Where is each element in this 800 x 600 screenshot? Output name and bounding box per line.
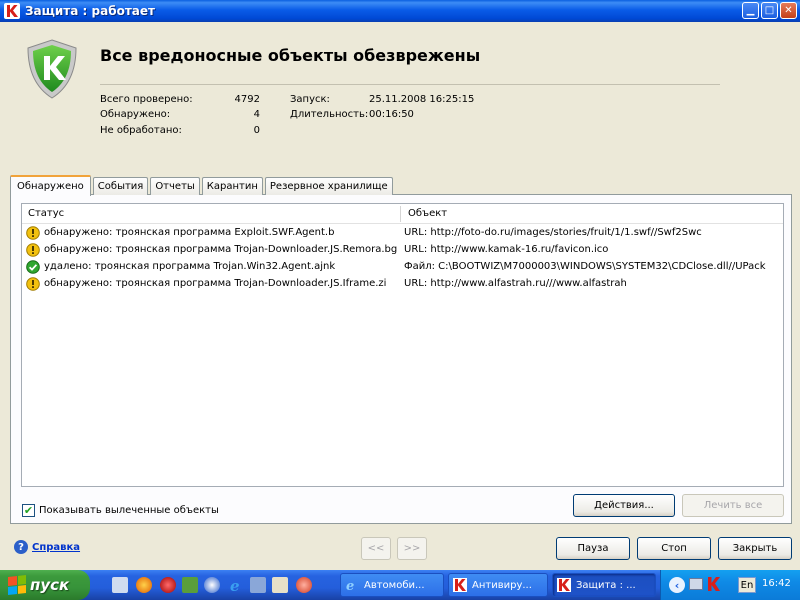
taskbar-item-label: Защита : ... [576,579,636,591]
page-title: Все вредоносные объекты обезврежены [100,46,481,65]
column-header-object[interactable]: Объект [408,208,447,219]
pause-button[interactable]: Пауза [556,537,630,560]
close-icon[interactable]: ✕ [780,2,797,19]
row-object: URL: http://www.kamak-16.ru/favicon.ico [404,244,609,255]
kaspersky-icon [557,578,571,592]
detected-value: 4 [253,109,260,120]
duration-value: 00:16:50 [369,109,414,120]
ie-icon[interactable]: e [228,577,244,595]
svg-text:e: e [230,577,240,593]
kaspersky-logo-icon [4,3,20,19]
checked-label: Всего проверено: [100,94,193,105]
warning-icon [26,277,40,291]
show-cured-toggle[interactable]: ✔ Показывать вылеченные объекты [22,504,219,517]
close-button[interactable]: Закрыть [718,537,792,560]
table-row[interactable]: обнаружено: троянская программа Trojan-D… [22,242,783,259]
launch-label: Запуск: [290,94,330,105]
taskbar-item-label: Антивиру... [472,579,532,591]
warning-icon [26,226,40,240]
svg-text:e: e [346,579,354,592]
unprocessed-value: 0 [253,125,260,136]
app-quicklaunch-icon[interactable] [182,577,198,593]
show-desktop-icon[interactable] [112,577,128,593]
row-object: Файл: C:\BOOTWIZ\M7000003\WINDOWS\SYSTEM… [404,261,766,272]
unprocessed-label: Не обработано: [100,125,182,136]
taskbar-item[interactable]: e Автомоби... [340,573,444,597]
tab-quarantine[interactable]: Карантин [201,177,263,195]
tab-backup[interactable]: Резервное хранилище [264,177,393,195]
start-button[interactable]: пуск [0,570,90,600]
table-row[interactable]: обнаружено: троянская программа Exploit.… [22,225,783,242]
show-cured-checkbox[interactable]: ✔ [22,504,35,517]
next-button[interactable]: >> [397,537,427,560]
taskbar: пуск e e Автомоби... Антивиру... Защита … [0,570,800,600]
detected-label: Обнаружено: [100,109,171,120]
row-object: URL: http://www.alfastrah.ru///www.alfas… [404,278,627,289]
warning-icon [26,243,40,257]
tray-expand-icon[interactable]: ‹ [669,577,685,593]
protection-shield-icon [24,38,80,100]
column-divider[interactable] [400,206,401,222]
header-divider [100,84,720,85]
prev-button[interactable]: << [361,537,391,560]
window-title: Защита : работает [25,4,155,18]
windows-logo-icon [8,575,26,595]
tab-reports[interactable]: Отчеты [150,177,200,195]
language-indicator[interactable]: En [738,577,756,593]
help-link-group[interactable]: ? Справка [14,540,80,554]
taskbar-item[interactable]: Антивиру... [448,573,548,597]
app-quicklaunch-icon[interactable] [296,577,312,593]
stop-button[interactable]: Стоп [637,537,711,560]
cure-all-button[interactable]: Лечить все [682,494,784,517]
computer-icon[interactable] [250,577,266,593]
taskbar-item[interactable]: Защита : ... [552,573,656,597]
maximize-icon[interactable]: □ [761,2,778,19]
start-label: пуск [30,576,70,594]
taskbar-item-label: Автомоби... [364,579,425,591]
table-header: Статус Объект [22,204,783,224]
row-object: URL: http://foto-do.ru/images/stories/fr… [404,227,702,238]
column-header-status[interactable]: Статус [28,208,64,219]
row-status: удалено: троянская программа Trojan.Win3… [44,261,336,272]
minimize-icon[interactable]: ▁ [742,2,759,19]
row-status: обнаружено: троянская программа Trojan-D… [44,278,387,289]
row-status: обнаружено: троянская программа Trojan-D… [44,244,398,255]
show-cured-label: Показывать вылеченные объекты [39,505,219,516]
kaspersky-icon [453,578,467,592]
firefox-icon[interactable] [136,577,152,593]
calculator-icon[interactable] [272,577,288,593]
checked-value: 4792 [234,94,260,105]
help-icon: ? [14,540,28,554]
opera-icon[interactable] [160,577,176,593]
kaspersky-tray-icon[interactable] [707,576,721,592]
tab-bar: Обнаружено События Отчеты Карантин Резер… [10,175,395,196]
launch-value: 25.11.2008 16:25:15 [369,94,475,105]
actions-button[interactable]: Действия... [573,494,675,517]
duration-label: Длительность: [290,109,369,120]
network-icon[interactable] [689,578,703,590]
table-row[interactable]: удалено: троянская программа Trojan.Win3… [22,259,783,276]
table-row[interactable]: обнаружено: троянская программа Trojan-D… [22,276,783,293]
media-player-icon[interactable] [204,577,220,593]
tab-events[interactable]: События [92,177,149,195]
row-status: обнаружено: троянская программа Exploit.… [44,227,335,238]
title-bar[interactable]: Защита : работает ▁ □ ✕ [0,0,800,22]
detected-objects-table[interactable]: Статус Объект обнаружено: троянская прог… [21,203,784,487]
ie-icon: e [345,578,359,594]
clock: 16:42 [762,578,791,589]
success-check-icon [26,260,40,274]
help-link[interactable]: Справка [32,542,80,553]
tab-detected[interactable]: Обнаружено [10,175,91,196]
